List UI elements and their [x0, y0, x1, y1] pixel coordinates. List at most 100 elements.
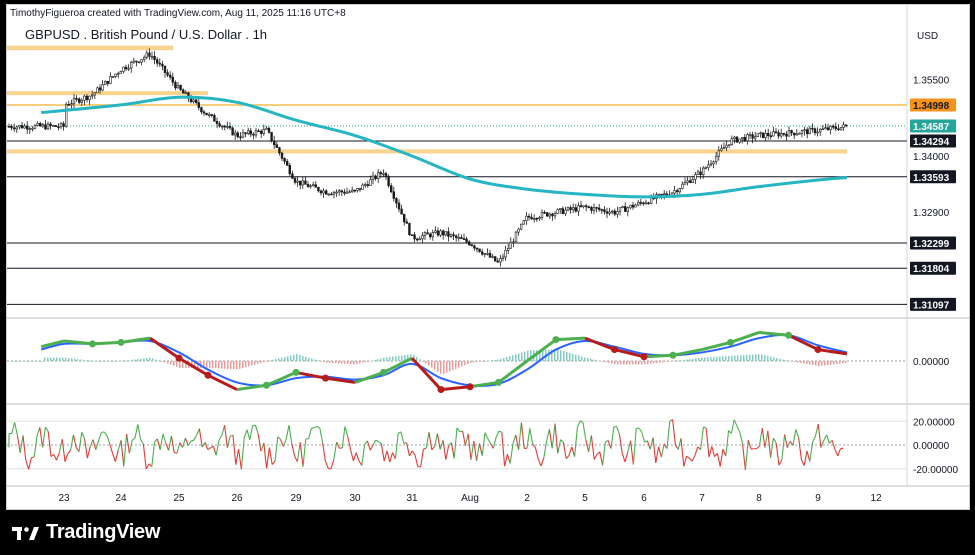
macd-histogram-bar [680, 360, 682, 361]
candle-down [231, 127, 234, 136]
chart-svg[interactable]: 1.355001.340001.32900 1.349981.345871.34… [7, 5, 969, 509]
macd-histogram-bar [653, 361, 655, 364]
candle-up [738, 138, 741, 143]
brand-name: TradingView [46, 521, 161, 543]
macd-histogram-bar [359, 361, 361, 364]
macd-histogram-bar [11, 361, 13, 362]
osc-line-segment [78, 432, 83, 452]
macd-histogram-bar [695, 358, 697, 361]
time-tick-7: 7 [699, 493, 705, 504]
macd-histogram-bar [605, 361, 607, 363]
macd-cross-dot [669, 351, 677, 359]
osc-line-segment [156, 438, 161, 450]
macd-histogram-bar [797, 361, 799, 363]
time-tick-Aug: Aug [461, 493, 479, 504]
macd-histogram-bar [50, 357, 52, 361]
osc-line-segment [19, 435, 24, 453]
macd-histogram-bar [227, 361, 229, 369]
osc-line-segment [145, 463, 150, 470]
osc-line-segment [383, 450, 388, 462]
candle-up [356, 188, 359, 191]
macd-histogram-bar [560, 350, 562, 361]
candle-down [496, 260, 499, 263]
osc-line-segment [641, 432, 646, 443]
osc-line-segment [42, 427, 46, 448]
macd-histogram-bar [683, 359, 685, 361]
chart-frame[interactable]: TimothyFigueroa created with TradingView… [6, 4, 970, 510]
candle-up [140, 59, 143, 63]
macd-line-segment [149, 336, 180, 360]
macd-histogram-bar [449, 361, 451, 372]
candle-down [792, 132, 796, 136]
macd-histogram-bar [734, 355, 736, 361]
osc-line-segment [784, 434, 788, 448]
candle-down [623, 206, 627, 212]
osc-line-segment [291, 443, 296, 457]
osc-line-segment [254, 424, 259, 434]
candle-up [93, 92, 97, 96]
macd-histogram-bar [812, 361, 814, 366]
osc-line-segment [151, 441, 156, 467]
macd-histogram-bar [707, 357, 709, 361]
candle-up [717, 150, 721, 157]
macd-line-segment [92, 340, 122, 346]
osc-line-segment [689, 457, 693, 462]
macd-histogram-bar [356, 361, 358, 365]
macd-histogram-bar [467, 361, 469, 364]
candle-down [480, 251, 484, 255]
macd-cross-dot [727, 338, 734, 346]
osc-line-segment [481, 432, 486, 456]
candle-down [57, 126, 60, 128]
candle-down [605, 211, 609, 214]
candle-down [462, 238, 466, 241]
osc-line-segment [613, 425, 617, 428]
osc-line-segment [330, 459, 335, 470]
macd-histogram-bar [716, 356, 718, 361]
tradingview-logo[interactable]: TradingView [12, 521, 160, 544]
macd-histogram-bar [464, 361, 466, 366]
osc-line-segment [504, 454, 508, 467]
candle-up [608, 211, 611, 214]
osc-line-segment [238, 448, 242, 470]
macd-histogram-bar [152, 358, 154, 361]
candle-down [813, 128, 817, 134]
osc-line-segment [512, 434, 517, 444]
candle-down [156, 59, 159, 64]
horizontal-levels [7, 103, 907, 305]
macd-histogram-bar [719, 356, 721, 361]
candle-down [402, 213, 406, 223]
candle-up [746, 134, 749, 142]
macd-histogram-bar [119, 361, 121, 362]
macd-histogram-bar [89, 360, 91, 362]
zone-1 [7, 91, 208, 96]
macd-histogram-bar [455, 361, 457, 369]
osc-tick-label: -20.00000 [913, 465, 958, 476]
candle-up [486, 252, 489, 255]
osc-line-segment [534, 447, 539, 460]
candle-up [779, 133, 783, 137]
candle-up [46, 123, 50, 130]
candle-down [543, 211, 546, 214]
macd-histogram-bar [326, 361, 328, 363]
osc-line-segment [548, 429, 553, 449]
candle-down [428, 233, 432, 238]
macd-histogram-bar [794, 361, 796, 362]
osc-line-segment [98, 432, 102, 441]
osc-line-segment [375, 439, 379, 443]
osc-line-segment [408, 450, 413, 457]
candle-down [278, 147, 281, 154]
candle-down [631, 204, 635, 208]
candle-up [119, 71, 123, 74]
macd-histogram-bar [608, 361, 610, 363]
candle-up [31, 127, 34, 130]
macd-cross-dot [814, 346, 822, 354]
osc-line-segment [758, 427, 763, 447]
candle-down [639, 202, 643, 204]
macd-histogram-bar [242, 361, 244, 369]
candle-down [413, 234, 416, 240]
candle-down [545, 212, 549, 217]
candle-up [800, 130, 804, 134]
macd-histogram-bar [269, 360, 271, 362]
osc-line-segment [196, 428, 200, 436]
macd-histogram-bar [56, 357, 58, 361]
